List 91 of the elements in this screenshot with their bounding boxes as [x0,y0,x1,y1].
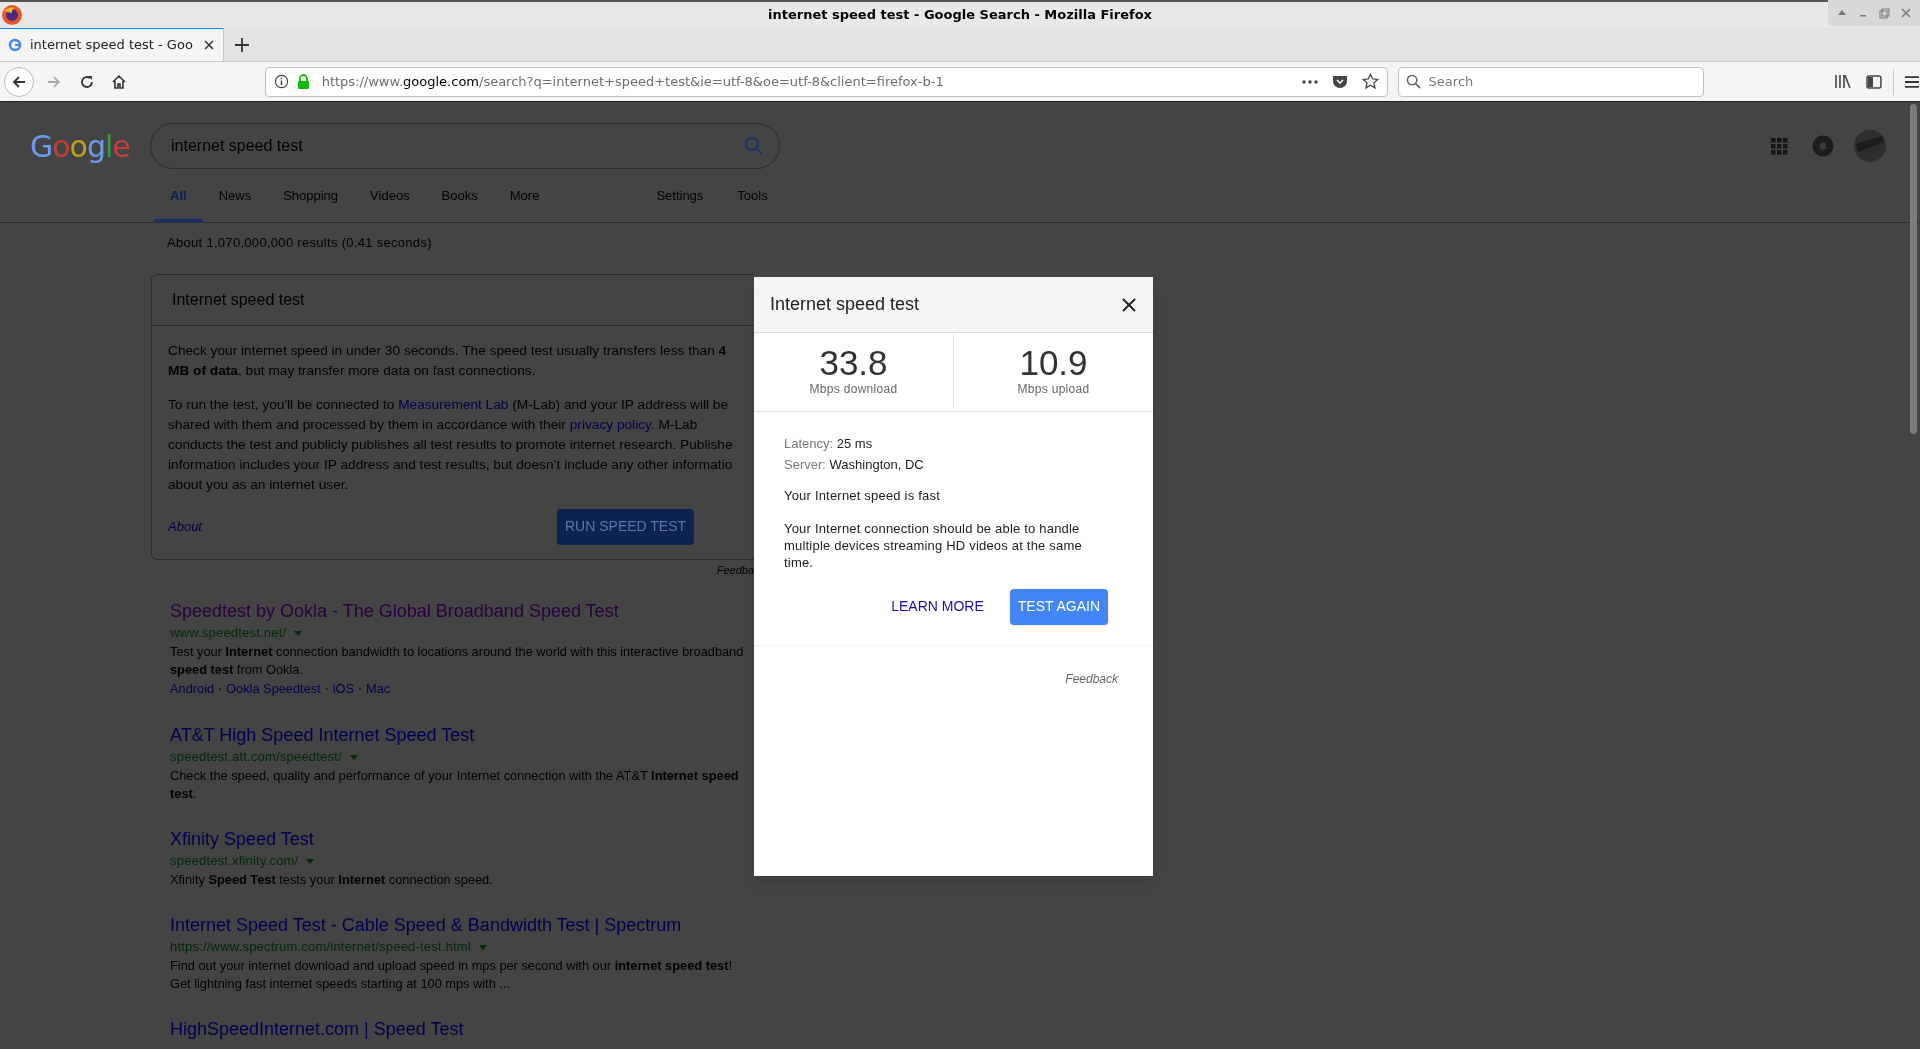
result-url: https://www.spectrum.com/internet/speed-test.html [170,938,471,956]
back-button[interactable] [4,66,34,97]
result-title[interactable]: Internet Speed Test - Cable Speed & Bandwidth Test | Spectrum [170,914,754,937]
more-icon[interactable] [1301,78,1318,85]
restore-icon[interactable] [1878,7,1890,19]
result-stats: About 1,070,000,000 results (0.41 seconds) [167,234,433,252]
search-tab[interactable]: Books [425,186,494,222]
feedback-link[interactable]: Feedback [1065,671,1118,686]
search-field[interactable]: Search [1397,66,1705,97]
search-tab[interactable]: All [154,186,203,222]
speed-unit-label: Mbps download [809,381,898,398]
card-text-line: MB of data, but may transfer more data on fast connections. [168,361,537,380]
result-title[interactable]: Xfinity Speed Test [170,828,754,851]
notifications-icon[interactable] [1812,135,1834,157]
scrollbar[interactable] [1910,104,1917,434]
result-snippet-line: Get lightning fast internet speeds starting at 100 mps with ... [170,975,511,993]
search-tool-tab[interactable]: Settings [639,186,721,222]
result-title[interactable]: AT&T High Speed Internet Speed Test [170,724,754,747]
search-tab[interactable]: News [202,186,268,222]
card-text-line: about you as an internet user. [168,475,350,494]
reload-icon[interactable] [78,73,95,90]
speed-description: Your Internet connection should be able to handle multiple devices streaming HD videos at the same time. [784,519,1083,571]
result-url: www.speedtest.net/ [170,624,287,642]
maximize-icon[interactable] [1837,8,1848,18]
info-icon[interactable] [273,74,289,89]
sitelink[interactable]: Android [170,679,215,699]
close-tab-icon[interactable] [203,39,215,51]
sitelink[interactable]: iOS [332,679,355,699]
card-text-line: To run the test, you'll be connected to Measurement Lab (M-Lab) and your IP address will be [168,395,730,414]
search-tab[interactable]: Videos [354,186,426,222]
result-snippet-line: Test your Internet connection bandwidth to locations around the world with this interactive broadband [170,643,745,661]
detail-line: Server: Washington, DC [784,456,925,474]
text-link[interactable]: privacy policy [569,416,651,432]
speed-value: 10.9 [1019,346,1088,380]
card-title: Internet speed test [172,289,305,310]
test-again-button[interactable]: TEST AGAIN [1009,588,1108,625]
learn-more-button[interactable]: LEARN MORE [891,596,984,617]
search-tool-tab[interactable]: Tools [720,186,785,222]
card-text-line: Check your internet speed in under 30 seconds. The speed test usually transfers less than 4 [168,341,728,360]
sitelink[interactable]: Mac [366,679,391,699]
apps-grid-icon[interactable] [1771,137,1788,155]
address-bar[interactable]: https://www.google.com/search?q=internet+speed+test&ie=utf-8&oe=utf-8&client=firefox-b-1 [264,66,1388,97]
back-icon [10,73,27,90]
result-title[interactable]: HighSpeedInternet.com | Speed Test [170,1018,754,1041]
library-icon[interactable] [1834,74,1852,89]
text-link[interactable]: Measurement Lab [398,396,509,412]
search-icon [1405,73,1421,89]
dialog-title: Internet speed test [770,293,921,316]
close-icon[interactable] [1121,296,1137,313]
browser-logo-icon [1,4,23,26]
result-title[interactable]: Speedtest by Ookla - The Global Broadband Speed Test [170,600,754,623]
run-speed-test-button[interactable]: RUN SPEED TEST [557,508,695,545]
result-url: speedtest.att.com/speedtest/ [170,748,342,766]
search-tab[interactable]: More [493,186,556,222]
dropdown-caret-icon[interactable] [478,944,487,950]
result-snippet-line: Check the speed, quality and performance of your Internet connection with the AT&T Internet speed [170,767,740,785]
sitelink[interactable]: Ookla Speedtest [226,679,321,699]
padlock-icon[interactable] [296,74,310,89]
browser-tab[interactable]: internet speed test - Goo [0,27,224,61]
new-tab-icon[interactable] [234,37,250,53]
search-tab[interactable]: Shopping [267,186,355,222]
card-text-line: conducts the test and publicly publishes all test results to promote internet research. Publishe [168,435,734,454]
window-title: internet speed test - Google Search - Mozilla Firefox [768,6,1152,25]
menu-icon[interactable] [1904,74,1920,89]
dropdown-caret-icon[interactable] [294,630,303,636]
sidebar-icon[interactable] [1866,74,1883,89]
avatar[interactable] [1854,130,1886,162]
result-snippet-line: Find out your internet download and upload speed in mps per second with our internet speed test! [170,957,733,975]
card-text-line: shared with them and processed by them in accordance with their privacy policy. M-Lab [168,415,699,434]
speed-value: 33.8 [819,346,888,380]
result-snippet-line: speed test from Ookla. [170,661,304,679]
result-snippet-line: Xfinity Speed Test tests your Internet connection speed. [170,871,494,889]
home-icon[interactable] [110,73,127,90]
star-icon[interactable] [1361,73,1379,90]
forward-icon[interactable] [45,73,62,90]
about-link[interactable]: About [168,516,202,537]
url-text: https://www.google.com/search?q=internet+speed+test&ie=utf-8&oe=utf-8&client=firefox-b-1 [321,72,945,91]
tab-title: internet speed test - Goo [30,36,194,55]
detail-line: Latency: 25 ms [784,435,874,453]
pocket-icon[interactable] [1331,74,1348,89]
query-text: internet speed test [171,136,304,156]
dropdown-caret-icon[interactable] [349,754,358,760]
speed-unit-label: Mbps upload [1017,381,1090,398]
speed-verdict: Your Internet speed is fast [784,487,941,505]
favicon-icon [8,38,22,52]
feedback-link[interactable]: Feedba [151,561,754,578]
google-logo[interactable]: Google [30,123,150,169]
dropdown-caret-icon[interactable] [306,858,315,864]
result-url: speedtest.xfinity.com/ [170,852,299,870]
result-snippet-line: test. [170,785,198,803]
card-text-line: information includes your IP address and test results, but doesn’t include any other informatio [168,455,734,474]
